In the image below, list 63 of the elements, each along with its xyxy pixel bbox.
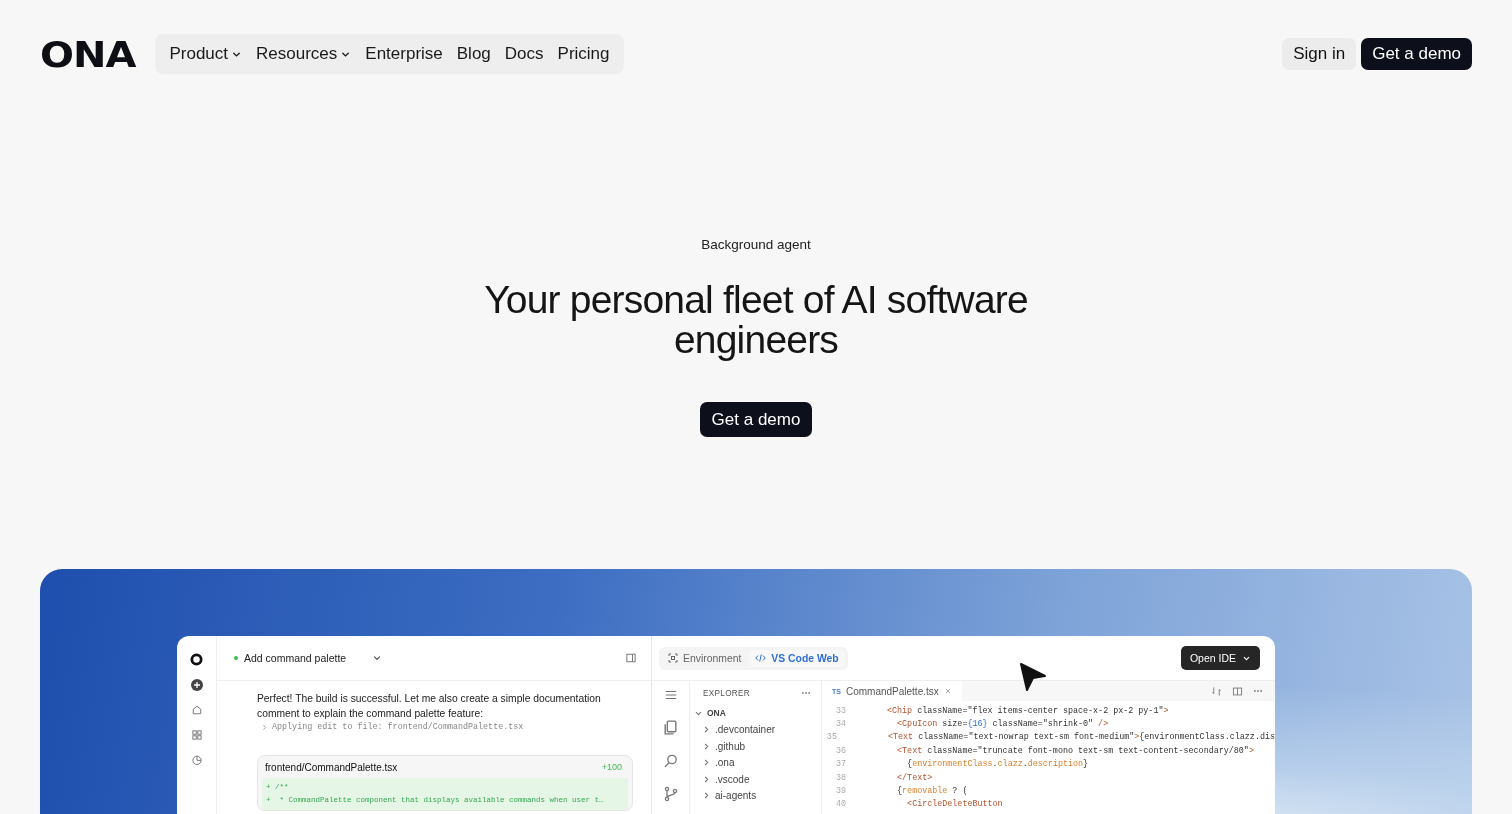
tree-item[interactable]: ai-agents <box>690 787 821 804</box>
nav-link[interactable]: Product <box>169 44 243 64</box>
nav-link[interactable]: Enterprise <box>365 44 443 64</box>
compare-icon[interactable] <box>1211 685 1222 697</box>
line-number: 36 <box>834 745 846 756</box>
menu-icon[interactable] <box>663 688 678 702</box>
open-ide-button[interactable]: Open IDE <box>1180 646 1260 670</box>
chevron-down-icon <box>372 653 383 663</box>
nav-link[interactable]: Blog <box>456 44 491 64</box>
nav-link[interactable]: Pricing <box>557 44 610 64</box>
line-number: 39 <box>834 786 846 797</box>
search-icon[interactable] <box>662 753 679 769</box>
logo[interactable]: ONA <box>40 36 136 72</box>
tree-item[interactable]: ONA <box>690 705 821 722</box>
mouse-pointer-icon <box>1019 662 1047 692</box>
sign-in-button[interactable]: Sign in <box>1282 38 1357 70</box>
eyebrow-text: Background agent <box>700 237 812 252</box>
line-number: 37 <box>834 759 846 770</box>
status-dot <box>234 656 238 660</box>
view-tab[interactable]: Environment <box>662 649 748 667</box>
code-line: {environmentClass.clazz.description} <box>906 759 1089 770</box>
step-text: Applying edit to file: frontend/CommandPalette.tsx <box>272 722 524 732</box>
diff-file-name: frontend/CommandPalette.tsx <box>265 762 398 773</box>
tree-item[interactable]: .github <box>690 738 821 755</box>
home-icon[interactable] <box>190 704 203 716</box>
nav-link[interactable]: Docs <box>504 44 544 64</box>
file-name: CommandPalette.tsx <box>845 685 939 697</box>
line-number: 33 <box>834 705 846 716</box>
pie-chart-icon[interactable] <box>190 754 203 766</box>
code-icon <box>755 653 767 663</box>
explorer-title: EXPLORER <box>703 688 750 698</box>
scan-icon <box>668 653 678 663</box>
code-line: </Text> <box>896 772 933 783</box>
files-icon[interactable] <box>662 719 679 736</box>
grid-icon[interactable] <box>190 729 203 741</box>
line-number: 34 <box>834 719 846 730</box>
sidebar-icon[interactable] <box>625 652 637 664</box>
hero-title: Your personal fleet of AI software engineers <box>483 280 1029 360</box>
tree-item[interactable]: .devcontainer <box>690 721 821 738</box>
added-lines-count: +100 <box>601 762 622 773</box>
line-number: 35 <box>825 732 837 743</box>
tree-item[interactable]: .ona <box>690 754 821 771</box>
agent-message: Perfect! The build is successful. Let me also create a simple documentation comment to explain the command palette feature: <box>257 692 602 721</box>
code-line: {removable ? ( <box>896 786 968 797</box>
code-line: <Text className="text-nowrap text-sm font-medium">{environmentClass.clazz.dis <box>886 732 1275 743</box>
code-line: <CircleDeleteButton <box>906 799 1003 810</box>
task-title[interactable]: Add command palette <box>244 652 347 664</box>
line-number: 38 <box>834 772 846 783</box>
chevron-right-icon <box>261 723 268 731</box>
demo-button[interactable]: Get a demo <box>699 402 813 437</box>
close-icon[interactable] <box>943 687 952 695</box>
code-line: <CpuIcon size={16} className="shrink-0" /> <box>896 719 1109 730</box>
tree-item[interactable]: .vscode <box>690 771 821 788</box>
code-line: <Text className="truncate font-mono text-sm text-content-secondary/80"> <box>896 745 1254 756</box>
demo-button[interactable]: Get a demo <box>1361 38 1472 70</box>
code-line: <Chip className="flex items-center space-x-2 px-2 py-1"> <box>887 705 1169 716</box>
nav-link[interactable]: Resources <box>256 44 352 64</box>
branch-icon[interactable] <box>662 786 679 802</box>
split-icon[interactable] <box>1232 685 1243 697</box>
line-number: 40 <box>834 799 846 810</box>
logo-icon[interactable] <box>190 653 203 666</box>
view-tab[interactable]: VS Code Web <box>749 649 845 667</box>
plus-icon[interactable] <box>190 679 203 691</box>
